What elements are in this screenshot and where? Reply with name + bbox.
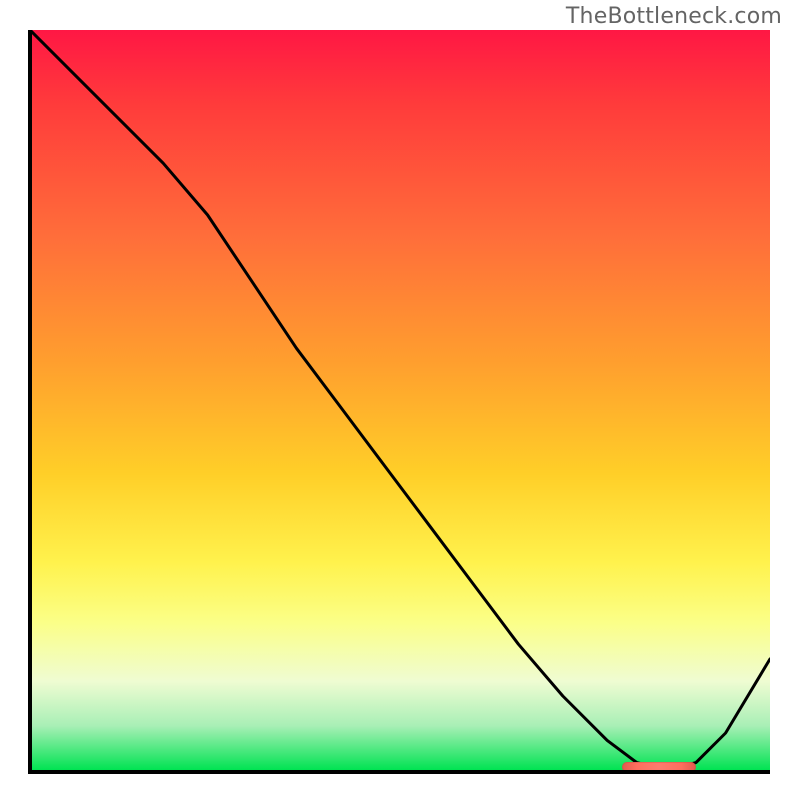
bottleneck-curve xyxy=(30,30,770,770)
chart-frame: TheBottleneck.com xyxy=(0,0,800,800)
x-axis xyxy=(30,770,770,774)
y-axis xyxy=(28,30,32,774)
plot-area xyxy=(30,30,770,770)
curve-path xyxy=(30,30,770,770)
watermark-text: TheBottleneck.com xyxy=(566,4,782,29)
